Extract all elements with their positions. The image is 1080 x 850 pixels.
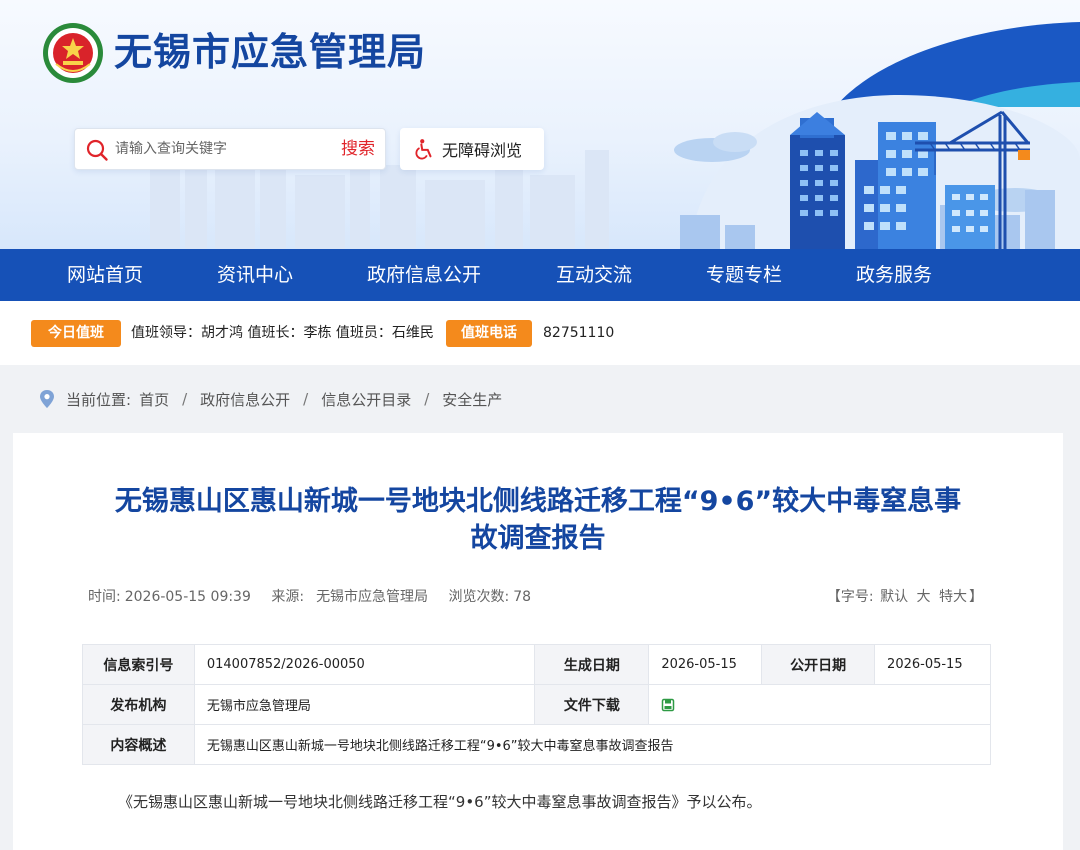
accessibility-label: 无障碍浏览 — [442, 141, 523, 160]
search-button[interactable]: 搜索 — [341, 137, 375, 161]
public-date-label: 公开日期 — [761, 644, 876, 685]
created-date-label: 生成日期 — [534, 644, 650, 685]
file-download-cell — [648, 684, 991, 725]
article-title: 无锡惠山区惠山新城一号地块北侧线路迁移工程“9•6”较大中毒窒息事 故调查报告 — [93, 483, 983, 557]
font-size-large[interactable]: 大 — [917, 589, 931, 605]
overview-label: 内容概述 — [82, 724, 195, 765]
breadcrumb-separator: / — [303, 390, 309, 408]
search-icon — [86, 139, 108, 161]
breadcrumb-safety-production[interactable]: 安全生产 — [442, 389, 502, 410]
public-date-value: 2026-05-15 — [874, 644, 991, 685]
duty-bar: 今日值班 值班领导：胡才鸿 值班长：李栋 值班员：石维民 值班电话 827511… — [0, 301, 1080, 365]
duty-phone-tag: 值班电话 — [446, 320, 532, 347]
publisher-label: 发布机构 — [82, 684, 195, 725]
table-row: 发布机构 无锡市应急管理局 文件下载 — [82, 684, 991, 725]
publish-time: 2026-05-15 09:39 — [124, 589, 251, 605]
time-label: 时间: — [88, 589, 121, 605]
table-row: 内容概述 无锡惠山区惠山新城一号地块北侧线路迁移工程“9•6”较大中毒窒息事故调… — [82, 724, 992, 765]
search-input[interactable] — [115, 135, 325, 163]
breadcrumb-gov-info[interactable]: 政府信息公开 — [200, 389, 290, 410]
source-label: 来源: — [271, 589, 305, 605]
overview-value: 无锡惠山区惠山新城一号地块北侧线路迁移工程“9•6”较大中毒窒息事故调查报告 — [193, 724, 992, 765]
font-size-xlarge[interactable]: 特大 — [939, 589, 967, 605]
breadcrumb-info-catalog[interactable]: 信息公开目录 — [321, 389, 411, 410]
font-size-switcher: 【字号: 默认 大 特大】 — [827, 586, 983, 606]
created-date-value: 2026-05-15 — [648, 644, 763, 685]
article-card: 无锡惠山区惠山新城一号地块北侧线路迁移工程“9•6”较大中毒窒息事 故调查报告 … — [13, 433, 1063, 850]
nav-gov-info-disclosure[interactable]: 政府信息公开 — [367, 249, 481, 301]
accessibility-button[interactable]: 无障碍浏览 — [400, 128, 544, 170]
duty-phone-number: 82751110 — [543, 325, 615, 341]
table-row: 信息索引号 014007852/2026-00050 生成日期 2026-05-… — [82, 644, 991, 685]
info-table: 信息索引号 014007852/2026-00050 生成日期 2026-05-… — [82, 644, 992, 765]
index-value: 014007852/2026-00050 — [193, 644, 536, 685]
breadcrumb-separator: / — [424, 390, 430, 408]
breadcrumb-prefix: 当前位置: — [66, 390, 132, 409]
duty-today-text: 值班领导：胡才鸿 值班长：李栋 值班员：石维民 — [131, 325, 434, 341]
article-title-line: 故调查报告 — [470, 523, 606, 554]
main-navigation: 网站首页 资讯中心 政府信息公开 互动交流 专题专栏 政务服务 — [0, 249, 1080, 301]
view-count: 78 — [513, 589, 532, 605]
duty-today-tag: 今日值班 — [31, 320, 121, 347]
site-title: 无锡市应急管理局 — [114, 30, 427, 74]
font-size-prefix: 【字号: — [826, 589, 874, 605]
breadcrumb: 当前位置: 首页 / 政府信息公开 / 信息公开目录 / 安全生产 — [38, 386, 502, 412]
file-download-icon[interactable] — [661, 698, 675, 712]
index-label: 信息索引号 — [82, 644, 195, 685]
nav-home[interactable]: 网站首页 — [67, 249, 143, 301]
breadcrumb-separator: / — [182, 390, 188, 408]
article-meta: 时间: 2026-05-15 09:39 来源: 无锡市应急管理局 浏览次数: 78 — [88, 586, 547, 606]
file-download-label: 文件下载 — [534, 684, 650, 725]
nav-interaction[interactable]: 互动交流 — [556, 249, 632, 301]
nav-news-center[interactable]: 资讯中心 — [217, 249, 293, 301]
wheelchair-icon — [415, 139, 432, 160]
breadcrumb-home[interactable]: 首页 — [139, 389, 169, 410]
article-body-text: 《无锡惠山区惠山新城一号地块北侧线路迁移工程“9•6”较大中毒窒息事故调查报告》… — [118, 793, 762, 811]
nav-special-topics[interactable]: 专题专栏 — [706, 249, 782, 301]
font-size-suffix: 】 — [969, 589, 983, 605]
location-pin-icon — [40, 390, 54, 408]
nav-gov-services[interactable]: 政务服务 — [856, 249, 932, 301]
article-title-line: 无锡惠山区惠山新城一号地块北侧线路迁移工程“9•6”较大中毒窒息事 — [114, 486, 962, 517]
emergency-management-emblem — [43, 23, 103, 83]
site-header: 无锡市应急管理局 搜索 无障碍浏览 — [0, 0, 1080, 249]
search-box: 搜索 — [74, 128, 386, 170]
font-size-default[interactable]: 默认 — [880, 589, 908, 605]
publisher-value: 无锡市应急管理局 — [193, 684, 536, 725]
views-label: 浏览次数: — [448, 589, 510, 605]
publish-source: 无锡市应急管理局 — [316, 589, 429, 605]
